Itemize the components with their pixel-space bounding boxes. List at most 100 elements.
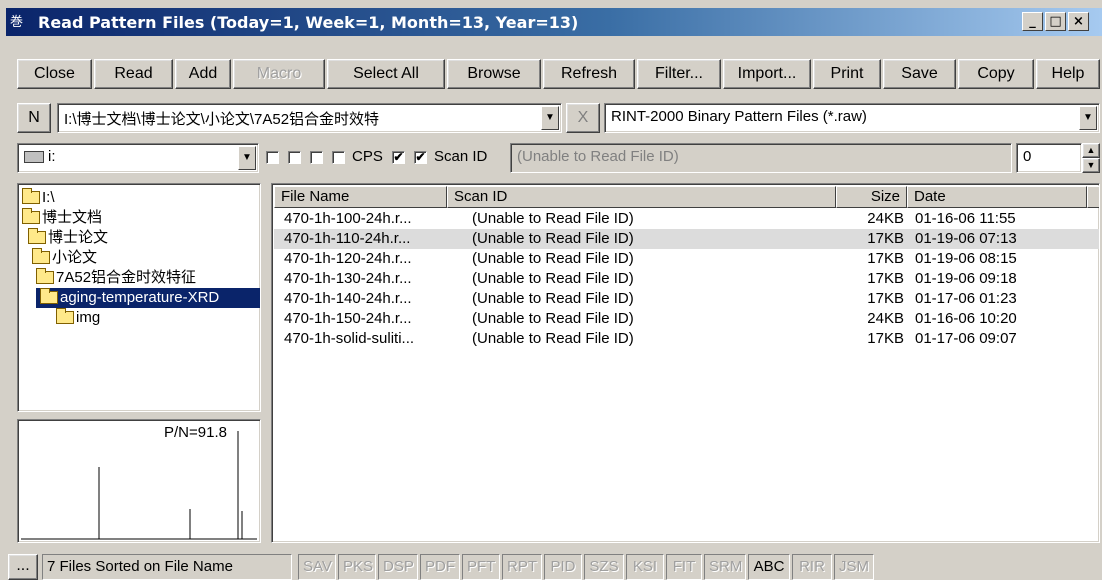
scan-id-checkbox[interactable]: ✔ <box>414 151 427 164</box>
status-tag-abc[interactable]: ABC <box>748 554 790 580</box>
n-button[interactable]: N <box>17 103 51 133</box>
cps-checkbox[interactable] <box>332 151 345 164</box>
date-cell: 01-17-06 09:07 <box>915 330 1017 347</box>
status-tag-szs[interactable]: SZS <box>584 554 624 580</box>
path-combobox[interactable]: I:\博士文档\博士论文\小论文\7A52铝合金时效特 ▼ <box>57 103 562 133</box>
drive-combobox[interactable]: i: ▼ <box>17 143 259 173</box>
column-header-scan-id[interactable]: Scan ID <box>447 186 836 208</box>
table-row[interactable]: 470-1h-110-24h.r... (Unable to Read File … <box>274 229 1099 249</box>
column-header-file-name[interactable]: File Name <box>274 186 447 208</box>
table-row[interactable]: 470-1h-100-24h.r... (Unable to Read File … <box>274 209 1099 229</box>
help-button[interactable]: Help <box>1036 59 1100 89</box>
date-cell: 01-17-06 01:23 <box>915 290 1017 307</box>
file-name-cell: 470-1h-100-24h.r... <box>284 210 412 227</box>
table-row[interactable]: 470-1h-150-24h.r... (Unable to Read File … <box>274 309 1099 329</box>
spinner-value: 0 <box>1023 148 1032 165</box>
status-tag-srm[interactable]: SRM <box>704 554 746 580</box>
file-name-cell: 470-1h-solid-suliti... <box>284 330 415 347</box>
status-tag-pft[interactable]: PFT <box>462 554 500 580</box>
pattern-preview: P/N=91.8 <box>17 419 261 543</box>
scan-id-cell: (Unable to Read File ID) <box>472 290 634 307</box>
size-cell: 24KB <box>867 210 904 227</box>
close-button[interactable]: Close <box>17 59 92 89</box>
app-icon[interactable]: 巻 <box>10 11 38 31</box>
status-bar: ... 7 Files Sorted on File Name SAV PKS DS… <box>6 554 1102 580</box>
size-cell: 17KB <box>867 230 904 247</box>
tree-item[interactable]: img <box>56 308 100 328</box>
macro-button[interactable]: Macro <box>233 59 325 89</box>
status-tag-jsm[interactable]: JSM <box>834 554 874 580</box>
tree-item-root[interactable]: I:\ <box>22 188 55 208</box>
table-row[interactable]: 470-1h-120-24h.r... (Unable to Read File … <box>274 249 1099 269</box>
add-button[interactable]: Add <box>175 59 231 89</box>
minimize-button[interactable]: _ <box>1022 12 1043 31</box>
select-all-button[interactable]: Select All <box>327 59 445 89</box>
date-cell: 01-16-06 11:55 <box>915 210 1016 227</box>
file-name-cell: 470-1h-110-24h.r... <box>284 230 411 247</box>
close-window-button[interactable]: × <box>1068 12 1089 31</box>
window-title: Read Pattern Files (Today=1, Week=1, Mon… <box>38 13 579 32</box>
folder-icon <box>28 228 46 244</box>
status-tag-pid[interactable]: PID <box>544 554 582 580</box>
status-tag-sav[interactable]: SAV <box>298 554 336 580</box>
status-tag-rpt[interactable]: RPT <box>502 554 542 580</box>
tree-item-label: 小论文 <box>52 249 98 266</box>
file-type-filter-combobox[interactable]: RINT-2000 Binary Pattern Files (*.raw) ▼ <box>604 103 1100 133</box>
title-bar[interactable]: 巻 Read Pattern Files (Today=1, Week=1, M… <box>6 8 1102 36</box>
status-tag-rir[interactable]: RIR <box>792 554 832 580</box>
checkbox-3[interactable] <box>310 151 323 164</box>
tree-item[interactable]: 博士文档 <box>22 208 102 228</box>
checkbox-1[interactable] <box>266 151 279 164</box>
import-button[interactable]: Import... <box>723 59 811 89</box>
scan-id-field[interactable]: (Unable to Read File ID) <box>510 143 1012 173</box>
read-button[interactable]: Read <box>94 59 173 89</box>
table-row[interactable]: 470-1h-140-24h.r... (Unable to Read File … <box>274 289 1099 309</box>
checkbox-5[interactable]: ✔ <box>392 151 405 164</box>
scan-id-cell: (Unable to Read File ID) <box>472 330 634 347</box>
column-header-size[interactable]: Size <box>836 186 907 208</box>
tree-item-label: img <box>76 309 101 326</box>
scan-id-field-text: (Unable to Read File ID) <box>517 148 679 165</box>
folder-icon <box>22 188 40 204</box>
tree-item-selected[interactable]: aging-temperature-XRD <box>36 288 260 308</box>
spinner-down-button[interactable]: ▼ <box>1082 158 1100 173</box>
folder-icon <box>22 208 40 224</box>
scan-id-cell: (Unable to Read File ID) <box>472 210 634 227</box>
maximize-button[interactable]: □ <box>1045 12 1066 31</box>
folder-icon <box>36 268 54 284</box>
path-text: I:\博士文档\博士论文\小论文\7A52铝合金时效特 <box>64 111 380 128</box>
tree-item[interactable]: 小论文 <box>32 248 97 268</box>
filter-button[interactable]: Filter... <box>637 59 721 89</box>
table-row[interactable]: 470-1h-130-24h.r... (Unable to Read File … <box>274 269 1099 289</box>
copy-button[interactable]: Copy <box>958 59 1034 89</box>
status-tag-pdf[interactable]: PDF <box>420 554 460 580</box>
tree-item[interactable]: 博士论文 <box>28 228 108 248</box>
chevron-down-icon[interactable]: ▼ <box>541 106 559 130</box>
status-tag-ksi[interactable]: KSI <box>626 554 664 580</box>
tree-item[interactable]: 7A52铝合金时效特征 <box>36 268 196 288</box>
tree-item-label: aging-temperature-XRD <box>60 289 220 306</box>
pattern-preview-plot <box>21 431 257 540</box>
status-tag-dsp[interactable]: DSP <box>378 554 418 580</box>
file-list[interactable]: File Name Scan ID Size Date 470-1h-100-2… <box>271 183 1100 543</box>
chevron-down-icon[interactable]: ▼ <box>238 146 256 170</box>
spinner-up-button[interactable]: ▲ <box>1082 143 1100 158</box>
table-row[interactable]: 470-1h-solid-suliti... (Unable to Read Fi… <box>274 329 1099 349</box>
save-button[interactable]: Save <box>883 59 956 89</box>
chevron-down-icon[interactable]: ▼ <box>1079 106 1097 130</box>
checkbox-2[interactable] <box>288 151 301 164</box>
refresh-button[interactable]: Refresh <box>543 59 635 89</box>
folder-tree[interactable]: I:\ 博士文档 博士论文 小论文 7A52铝合金时效特征 aging-temp… <box>17 183 261 412</box>
scan-id-cell: (Unable to Read File ID) <box>472 270 634 287</box>
print-button[interactable]: Print <box>813 59 881 89</box>
column-header-date[interactable]: Date <box>907 186 1087 208</box>
more-button[interactable]: ... <box>8 554 38 580</box>
status-tag-pks[interactable]: PKS <box>338 554 376 580</box>
clear-path-button[interactable]: X <box>566 103 600 133</box>
folder-icon <box>32 248 50 264</box>
spinner-input[interactable]: 0 <box>1016 143 1082 173</box>
size-cell: 24KB <box>867 310 904 327</box>
browse-button[interactable]: Browse <box>447 59 541 89</box>
tree-item-label: 7A52铝合金时效特征 <box>56 269 197 286</box>
status-tag-fit[interactable]: FIT <box>666 554 702 580</box>
